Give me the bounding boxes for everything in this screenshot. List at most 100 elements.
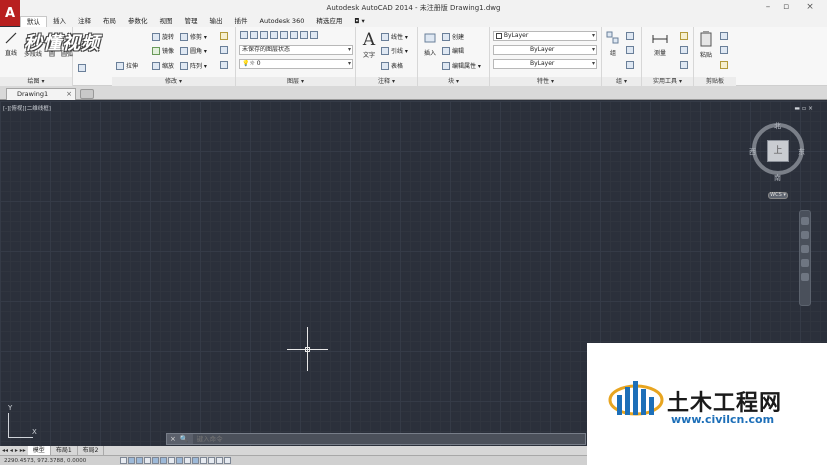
group-button[interactable]: 组 (605, 31, 621, 57)
ribbon-tab-11[interactable]: ◘ ▾ (348, 16, 370, 27)
modify-panel-label[interactable]: 修改 ▾ (112, 77, 235, 86)
object-snap-icon[interactable] (160, 457, 167, 464)
tab-layout2[interactable]: 布局2 (78, 446, 105, 455)
create-block-button[interactable]: 创建 (442, 32, 464, 41)
cut-icon[interactable] (720, 32, 728, 40)
transparency-icon[interactable] (208, 457, 215, 464)
ribbon-tab-8[interactable]: 插件 (229, 16, 254, 27)
ribbon-tab-0[interactable]: 默认 (20, 16, 47, 27)
match-props-icon[interactable] (720, 61, 728, 69)
polar-tracking-icon[interactable] (152, 457, 159, 464)
ribbon-tab-5[interactable]: 视图 (154, 16, 179, 27)
showmotion-icon[interactable] (801, 273, 809, 281)
draw-extra-icon[interactable] (78, 64, 86, 72)
full-navigation-wheel-icon[interactable] (801, 217, 809, 225)
fillet-button[interactable]: 圆角 ▾ (180, 46, 207, 55)
viewcube-top-face[interactable]: 上 (767, 140, 789, 162)
lineweight-icon[interactable] (200, 457, 207, 464)
block-panel-label[interactable]: 块 ▾ (418, 77, 489, 86)
command-input[interactable] (192, 434, 585, 444)
ribbon-tab-6[interactable]: 管理 (179, 16, 204, 27)
maximize-button[interactable]: ▫ (776, 2, 796, 12)
viewport-controls-label[interactable]: [-][俯视][二维线框] (3, 104, 51, 112)
layer-state-dropdown[interactable]: 未保存的图层状态 (239, 45, 353, 55)
leader-button[interactable]: 引线 ▾ (381, 46, 408, 55)
ribbon-tab-2[interactable]: 注释 (72, 16, 97, 27)
line-button[interactable]: 直线 (3, 31, 19, 57)
layers-panel-label[interactable]: 图层 ▾ (236, 77, 355, 86)
trim-button[interactable]: 修剪 ▾ (180, 32, 207, 41)
explode-icon[interactable] (220, 46, 228, 54)
dynamic-ucs-icon[interactable] (184, 457, 191, 464)
array-button[interactable]: 阵列 ▾ (180, 61, 207, 70)
linear-dim-button[interactable]: 线性 ▾ (381, 32, 408, 41)
tab-layout1[interactable]: 布局1 (51, 446, 78, 455)
grid-display-icon[interactable] (136, 457, 143, 464)
compass-east[interactable]: 东 (798, 147, 805, 157)
ungroup-icon[interactable] (626, 32, 634, 40)
current-layer-dropdown[interactable]: 💡☼ 0 (239, 59, 353, 69)
tab-model[interactable]: 模型 (27, 446, 51, 455)
group-edit-icon[interactable] (626, 46, 634, 54)
draw-panel-label[interactable]: 绘图 ▾ (0, 77, 72, 86)
zoom-icon[interactable] (801, 245, 809, 253)
text-button[interactable]: A 文字 (359, 30, 379, 59)
3d-osnap-icon[interactable] (168, 457, 175, 464)
new-tab-button[interactable] (80, 89, 94, 99)
quick-properties-icon[interactable] (216, 457, 223, 464)
minimize-button[interactable]: – (758, 2, 778, 12)
ribbon-tab-1[interactable]: 插入 (47, 16, 72, 27)
snap-mode-icon[interactable] (128, 457, 135, 464)
autocad-logo-icon[interactable]: A (0, 0, 20, 26)
erase-icon[interactable] (220, 32, 228, 40)
wcs-menu[interactable]: WCS ▾ (768, 192, 788, 199)
dynamic-input-icon[interactable] (192, 457, 199, 464)
ribbon-tab-9[interactable]: Autodesk 360 (254, 16, 311, 27)
edit-attributes-button[interactable]: 编辑属性 ▾ (442, 61, 481, 70)
compass-south[interactable]: 南 (774, 173, 781, 183)
lineweight-dropdown[interactable]: ByLayer (493, 59, 597, 69)
clipboard-panel-label[interactable]: 剪贴板 (694, 77, 736, 86)
annotation-panel-label[interactable]: 注释 ▾ (356, 77, 417, 86)
edit-block-button[interactable]: 编辑 (442, 46, 464, 55)
copy-icon[interactable] (720, 46, 728, 54)
insert-block-button[interactable]: 插入 (421, 31, 439, 57)
properties-panel-label[interactable]: 特性 ▾ (490, 77, 601, 86)
paste-button[interactable]: 粘贴 (697, 31, 715, 59)
scale-button[interactable]: 缩放 (152, 61, 174, 70)
orbit-icon[interactable] (801, 259, 809, 267)
object-snap-tracking-icon[interactable] (176, 457, 183, 464)
mirror-button[interactable]: 镜像 (152, 46, 174, 55)
close-window-button[interactable]: × (800, 2, 820, 12)
viewport-window-controls[interactable]: ▬ ▫ × (794, 105, 813, 112)
ribbon-tab-4[interactable]: 参数化 (122, 16, 154, 27)
ribbon-tab-3[interactable]: 布局 (97, 16, 122, 27)
ribbon-tab-7[interactable]: 输出 (204, 16, 229, 27)
selection-cycling-icon[interactable] (224, 457, 231, 464)
tab-nav-arrows[interactable]: ◂◂ ◂ ▸ ▸▸ (0, 447, 28, 454)
compass-west[interactable]: 西 (749, 147, 756, 157)
pan-icon[interactable] (801, 231, 809, 239)
command-search-icon[interactable]: 🔍 (180, 435, 189, 443)
drawing1-tab[interactable]: Drawing1 × (6, 88, 76, 100)
infer-constraints-icon[interactable] (120, 457, 127, 464)
ortho-mode-icon[interactable] (144, 457, 151, 464)
measure-button[interactable]: 测量 (645, 33, 675, 57)
command-close-icon[interactable]: × (170, 435, 176, 443)
id-point-icon[interactable] (680, 61, 688, 69)
linetype-dropdown[interactable]: ByLayer (493, 45, 597, 55)
group-select-icon[interactable] (626, 61, 634, 69)
stretch-button[interactable]: 拉伸 (116, 61, 138, 70)
quick-select-icon[interactable] (680, 32, 688, 40)
coordinate-readout[interactable]: 2290.4573, 972.3788, 0.0000 (0, 458, 120, 464)
navigation-bar[interactable] (799, 210, 811, 306)
color-dropdown[interactable]: ByLayer (493, 31, 597, 41)
table-button[interactable]: 表格 (381, 61, 403, 70)
offset-icon[interactable] (220, 61, 228, 69)
utilities-panel-label[interactable]: 实用工具 ▾ (642, 77, 693, 86)
compass-north[interactable]: 北 (774, 121, 781, 131)
groups-panel-label[interactable]: 组 ▾ (602, 77, 641, 86)
layer-tools-row[interactable] (240, 31, 318, 39)
rotate-button[interactable]: 旋转 (152, 32, 174, 41)
close-tab-icon[interactable]: × (66, 89, 72, 99)
